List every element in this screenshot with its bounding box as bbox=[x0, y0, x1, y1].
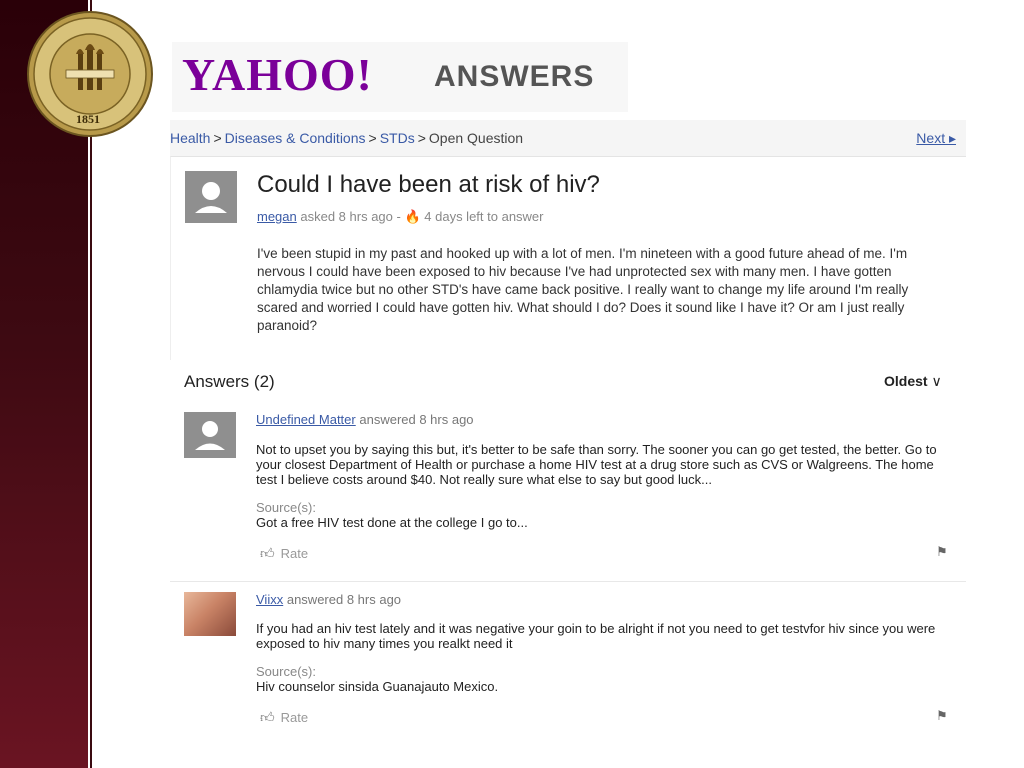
flame-icon: 🔥 bbox=[404, 209, 421, 224]
question-panel: Health > Diseases & Conditions > STDs > Open Q… bbox=[170, 120, 966, 360]
answerer-avatar-photo[interactable] bbox=[184, 592, 236, 636]
answer-item: Viixx answered 8 hrs ago If you had an h… bbox=[170, 588, 966, 738]
answer-text: If you had an hiv test lately and it was… bbox=[256, 621, 936, 651]
university-seal: 1851 bbox=[26, 10, 154, 138]
answered-time: answered 8 hrs ago bbox=[286, 592, 402, 607]
answer-meta: Undefined Matter answered 8 hrs ago bbox=[256, 412, 474, 427]
yahoo-wordmark: YAHOO! bbox=[182, 49, 373, 100]
answer-divider bbox=[170, 581, 966, 582]
source-label: Source(s): bbox=[256, 664, 316, 679]
default-user-icon bbox=[195, 421, 225, 450]
rate-label: Rate bbox=[280, 546, 309, 561]
yahoo-answers-logo[interactable]: YAHOO! ANSWERS bbox=[172, 42, 628, 112]
breadcrumb-separator: > bbox=[417, 130, 426, 146]
seal-year: 1851 bbox=[76, 112, 100, 126]
rate-button[interactable]: 👍︎ Rate bbox=[260, 545, 308, 562]
breadcrumb: Health > Diseases & Conditions > STDs > Open Q… bbox=[170, 130, 523, 146]
thumbs-up-icon: 👍︎ bbox=[260, 709, 275, 725]
breadcrumb-stds[interactable]: STDs bbox=[380, 130, 415, 146]
asker-name-link[interactable]: megan bbox=[257, 209, 297, 224]
answers-count-heading: Answers (2) bbox=[184, 372, 275, 391]
flag-icon[interactable]: ⚑ bbox=[936, 708, 948, 724]
question-card: Could I have been at risk of hiv? megan … bbox=[170, 156, 966, 360]
rate-button[interactable]: 👍︎ Rate bbox=[260, 709, 308, 726]
next-question-link[interactable]: Next ▸ bbox=[916, 130, 956, 147]
sort-label: Oldest bbox=[884, 373, 928, 389]
question-body: I've been stupid in my past and hooked u… bbox=[257, 246, 909, 333]
asker-avatar[interactable] bbox=[185, 171, 237, 223]
chevron-down-icon: ∨ bbox=[931, 373, 942, 389]
breadcrumb-diseases-conditions[interactable]: Diseases & Conditions bbox=[225, 130, 366, 146]
breadcrumb-separator: > bbox=[368, 130, 377, 146]
answered-time: answered 8 hrs ago bbox=[359, 412, 474, 427]
thumbs-up-icon: 👍︎ bbox=[260, 545, 275, 561]
asked-time: asked 8 hrs ago - bbox=[300, 209, 401, 224]
answerer-name-link[interactable]: Viixx bbox=[256, 592, 283, 607]
time-left: 4 days left to answer bbox=[424, 209, 544, 224]
breadcrumb-separator: > bbox=[213, 130, 222, 146]
source-text: Got a free HIV test done at the college … bbox=[256, 515, 528, 530]
answers-wordmark: ANSWERS bbox=[434, 60, 595, 93]
source-text: Hiv counselor sinsida Guanajauto Mexico. bbox=[256, 679, 499, 694]
answerer-name-link[interactable]: Undefined Matter bbox=[256, 412, 356, 427]
sort-dropdown[interactable]: Oldest ∨ bbox=[884, 373, 942, 390]
answerer-avatar[interactable] bbox=[184, 412, 236, 458]
default-user-icon bbox=[195, 182, 227, 213]
answer-text: Not to upset you by saying this but, it'… bbox=[256, 442, 937, 487]
question-meta: megan asked 8 hrs ago - 🔥 4 days left to… bbox=[257, 209, 544, 225]
breadcrumb-current: Open Question bbox=[428, 130, 524, 146]
answer-item: Undefined Matter answered 8 hrs ago Not … bbox=[170, 408, 966, 578]
flag-icon[interactable]: ⚑ bbox=[936, 544, 948, 560]
question-title: Could I have been at risk of hiv? bbox=[257, 171, 600, 198]
answer-meta: Viixx answered 8 hrs ago bbox=[256, 592, 401, 607]
rate-label: Rate bbox=[280, 710, 309, 725]
source-label: Source(s): bbox=[256, 500, 316, 515]
breadcrumb-health[interactable]: Health bbox=[170, 130, 210, 146]
